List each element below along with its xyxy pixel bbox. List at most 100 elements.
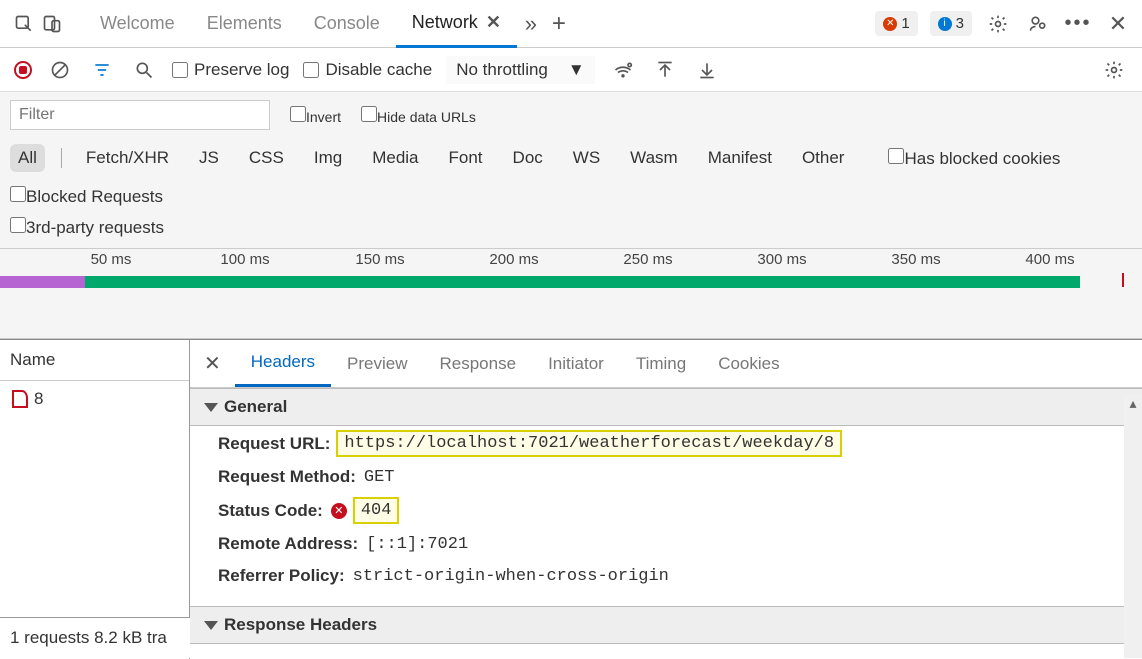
status-code-key: Status Code: (218, 501, 323, 521)
response-headers-label: Response Headers (224, 615, 377, 635)
resource-type-filter: All Fetch/XHR JS CSS Img Media Font Doc … (0, 138, 1142, 217)
error-badge[interactable]: ✕1 (875, 11, 917, 36)
filter-bar: Invert Hide data URLs (0, 92, 1142, 138)
status-code-row: Status Code: ✕ 404 (190, 493, 1142, 528)
type-wasm[interactable]: Wasm (622, 144, 686, 172)
type-all[interactable]: All (10, 144, 45, 172)
tab-console[interactable]: Console (298, 1, 396, 46)
remote-address-value: [::1]:7021 (366, 535, 468, 554)
hide-data-urls-checkbox[interactable]: Hide data URLs (361, 106, 476, 125)
hide-data-urls-label: Hide data URLs (377, 109, 476, 125)
type-font[interactable]: Font (441, 144, 491, 172)
inspect-icon[interactable] (10, 10, 38, 38)
tab-timing[interactable]: Timing (620, 342, 702, 386)
clear-icon[interactable] (46, 56, 74, 84)
tab-initiator[interactable]: Initiator (532, 342, 620, 386)
detail-tabs: ✕ Headers Preview Response Initiator Tim… (190, 340, 1142, 388)
remote-address-row: Remote Address: [::1]:7021 (190, 528, 1142, 560)
name-column-header[interactable]: Name (0, 340, 189, 381)
info-count: 3 (956, 15, 964, 32)
record-button[interactable] (14, 61, 32, 79)
file-error-icon (12, 390, 28, 408)
invert-checkbox[interactable]: Invert (290, 106, 341, 125)
remote-address-key: Remote Address: (218, 534, 358, 554)
add-tab-icon[interactable]: + (545, 10, 573, 38)
response-headers-section[interactable]: Response Headers (190, 606, 1142, 644)
general-section-header[interactable]: General (190, 388, 1142, 426)
blocked-cookies-checkbox[interactable]: Has blocked cookies (888, 148, 1060, 169)
tab-elements[interactable]: Elements (191, 1, 298, 46)
scrollbar[interactable]: ▴ (1124, 394, 1142, 658)
request-url-key: Request URL: (218, 434, 330, 454)
import-icon[interactable] (651, 56, 679, 84)
settings-icon[interactable] (984, 10, 1012, 38)
status-code-value[interactable]: 404 (355, 499, 398, 522)
third-party-checkbox[interactable]: 3rd-party requests (10, 217, 164, 238)
close-icon[interactable]: ✕ (486, 12, 501, 32)
info-badge[interactable]: i3 (930, 11, 972, 36)
request-method-row: Request Method: GET (190, 461, 1142, 493)
request-detail: ✕ Headers Preview Response Initiator Tim… (190, 340, 1142, 659)
request-method-key: Request Method: (218, 467, 356, 487)
disable-cache-label: Disable cache (325, 60, 432, 80)
search-icon[interactable] (130, 56, 158, 84)
referrer-policy-row: Referrer Policy: strict-origin-when-cross… (190, 560, 1142, 592)
request-row[interactable]: 8 (0, 381, 189, 417)
blocked-cookies-label: Has blocked cookies (904, 149, 1060, 168)
timeline-bars (0, 273, 1142, 291)
divider (61, 148, 62, 168)
tab-preview[interactable]: Preview (331, 342, 423, 386)
filter-input[interactable] (10, 100, 270, 130)
referrer-policy-value: strict-origin-when-cross-origin (353, 567, 669, 586)
error-dot-icon: ✕ (331, 503, 347, 519)
tab-welcome[interactable]: Welcome (84, 1, 191, 46)
general-label: General (224, 397, 287, 417)
type-doc[interactable]: Doc (505, 144, 551, 172)
more-tabs-icon[interactable]: » (517, 10, 545, 38)
type-fetch-xhr[interactable]: Fetch/XHR (78, 144, 177, 172)
type-manifest[interactable]: Manifest (700, 144, 780, 172)
more-icon[interactable]: ••• (1064, 10, 1092, 38)
tab-network[interactable]: Network ✕ (396, 0, 517, 48)
request-name: 8 (34, 389, 43, 409)
waterfall-overview[interactable]: 50 ms 100 ms 150 ms 200 ms 250 ms 300 ms… (0, 249, 1142, 339)
blocked-requests-checkbox[interactable]: Blocked Requests (10, 186, 163, 207)
tab-cookies[interactable]: Cookies (702, 342, 795, 386)
status-bar: 1 requests 8.2 kB tra (0, 617, 190, 658)
device-toggle-icon[interactable] (38, 10, 66, 38)
preserve-log-checkbox[interactable]: Preserve log (172, 60, 289, 80)
timeline-ticks: 50 ms 100 ms 150 ms 200 ms 250 ms 300 ms… (0, 249, 1142, 271)
referrer-policy-key: Referrer Policy: (218, 566, 345, 586)
throttling-label: No throttling (456, 60, 548, 80)
tab-headers[interactable]: Headers (235, 340, 331, 387)
scroll-up-icon[interactable]: ▴ (1124, 394, 1142, 412)
devtools-tabstrip: Welcome Elements Console Network✕ » + ✕1… (0, 0, 1142, 48)
network-conditions-icon[interactable] (609, 56, 637, 84)
close-detail-icon[interactable]: ✕ (190, 351, 235, 376)
third-party-label: 3rd-party requests (26, 218, 164, 237)
type-css[interactable]: CSS (241, 144, 292, 172)
type-other[interactable]: Other (794, 144, 853, 172)
chevron-down-icon (204, 621, 218, 630)
request-method-value: GET (364, 468, 395, 487)
export-icon[interactable] (693, 56, 721, 84)
type-media[interactable]: Media (364, 144, 426, 172)
tab-response[interactable]: Response (424, 342, 533, 386)
type-js[interactable]: JS (191, 144, 227, 172)
close-devtools-icon[interactable]: ✕ (1104, 10, 1132, 38)
filter-icon[interactable] (88, 56, 116, 84)
blocked-requests-label: Blocked Requests (26, 187, 163, 206)
invert-label: Invert (306, 109, 341, 125)
requests-list: Name 8 (0, 340, 190, 659)
chevron-down-icon (204, 403, 218, 412)
request-detail-split: Name 8 ✕ Headers Preview Response Initia… (0, 339, 1142, 659)
throttling-select[interactable]: No throttling▼ (446, 56, 595, 84)
type-img[interactable]: Img (306, 144, 350, 172)
feedback-icon[interactable] (1024, 10, 1052, 38)
disable-cache-checkbox[interactable]: Disable cache (303, 60, 432, 80)
tab-network-label: Network (412, 12, 478, 32)
network-settings-icon[interactable] (1100, 56, 1128, 84)
type-ws[interactable]: WS (565, 144, 608, 172)
request-url-value[interactable]: https://localhost:7021/weatherforecast/w… (338, 432, 840, 455)
error-count: 1 (901, 15, 909, 32)
